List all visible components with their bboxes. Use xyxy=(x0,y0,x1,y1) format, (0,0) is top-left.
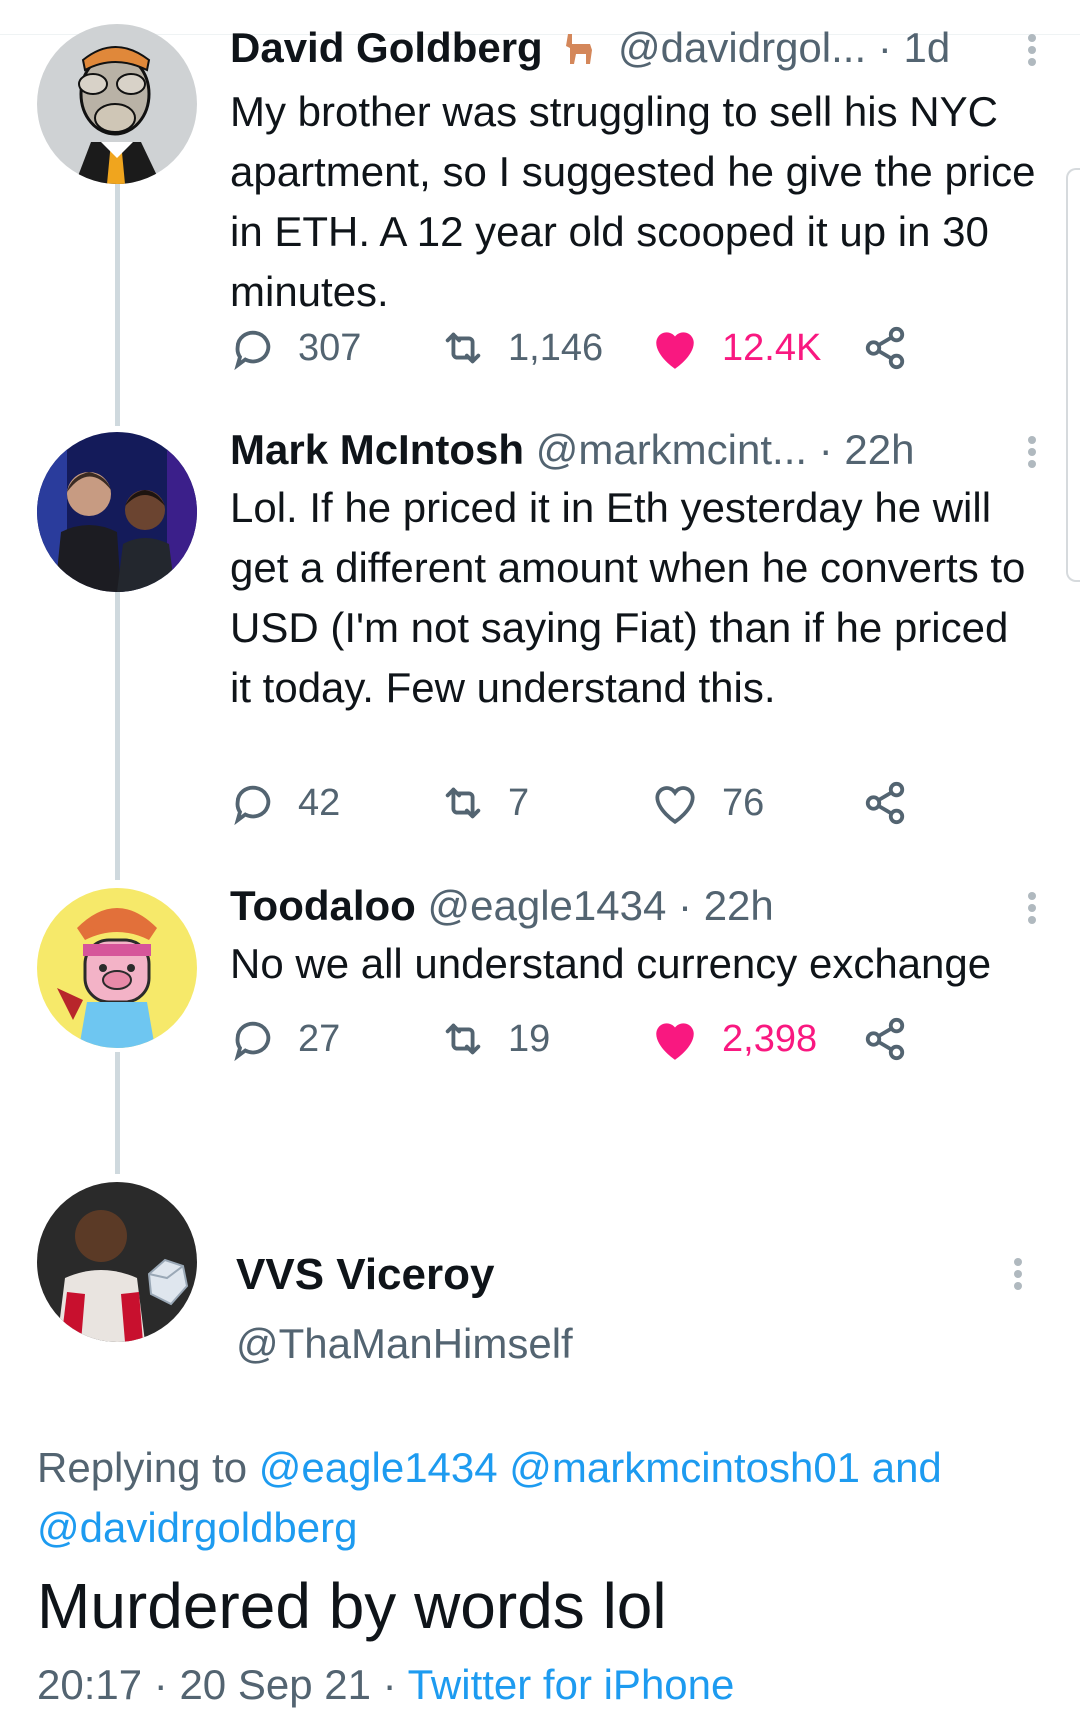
reply-count: 27 xyxy=(298,1017,341,1060)
share-icon xyxy=(862,325,908,371)
separator-dot: · xyxy=(153,1661,168,1708)
scrollbar[interactable] xyxy=(1066,168,1080,582)
tweet-meta: 20:17 · 20 Sep 21 · Twitter for iPhone xyxy=(37,1658,734,1712)
retweet-button[interactable]: 19 xyxy=(440,1014,550,1064)
retweet-icon xyxy=(440,1016,486,1062)
tweet-time[interactable]: 20:17 xyxy=(37,1661,142,1708)
separator-dot: · xyxy=(678,882,693,929)
retweet-icon xyxy=(440,325,486,371)
like-button[interactable]: 2,398 xyxy=(650,1014,817,1064)
replying-last-link[interactable]: @davidrgoldberg xyxy=(37,1504,358,1551)
reply-count: 42 xyxy=(298,781,341,824)
author-handle[interactable]: @markmcint... xyxy=(536,426,807,473)
tweet-time[interactable]: 1d xyxy=(903,24,950,71)
share-icon xyxy=(862,1016,908,1062)
reply-button[interactable]: 307 xyxy=(230,323,361,373)
focus-tweet-text: Murdered by words lol xyxy=(37,1570,667,1642)
reply-count: 307 xyxy=(298,326,362,369)
tweet-date[interactable]: 20 Sep 21 xyxy=(179,1661,371,1708)
retweet-count: 1,146 xyxy=(508,326,604,369)
share-icon xyxy=(862,780,908,826)
tweet-time[interactable]: 22h xyxy=(704,882,774,929)
like-button[interactable]: 12.4K xyxy=(650,323,821,373)
tweet-text: My brother was struggling to sell his NY… xyxy=(230,88,1036,315)
tweet-source-link[interactable]: Twitter for iPhone xyxy=(408,1661,735,1708)
heart-icon xyxy=(650,1016,700,1062)
retweet-count: 19 xyxy=(508,1017,551,1060)
more-icon[interactable] xyxy=(1024,432,1040,472)
alpaca-icon xyxy=(560,28,600,80)
replying-to: Replying to @eagle1434 @markmcintosh01 a… xyxy=(37,1438,1047,1558)
like-count: 12.4K xyxy=(722,326,822,369)
like-count: 76 xyxy=(722,781,765,824)
avatar-vvs-viceroy[interactable] xyxy=(37,1182,197,1342)
author-name[interactable]: Mark McIntosh xyxy=(230,426,524,473)
tweet-header: Mark McIntosh @markmcint... · 22h xyxy=(230,424,1040,476)
reply-icon xyxy=(230,325,276,371)
heart-icon xyxy=(650,325,700,371)
more-icon[interactable] xyxy=(1024,30,1040,70)
replying-prefix: Replying to xyxy=(37,1444,248,1491)
reply-button[interactable]: 42 xyxy=(230,778,340,828)
share-button[interactable] xyxy=(862,1014,908,1064)
author-handle[interactable]: @eagle1434 xyxy=(428,882,667,929)
avatar-toodaloo[interactable] xyxy=(37,888,197,1048)
tweet-actions: 27 19 2,398 xyxy=(230,1014,930,1064)
separator-dot: · xyxy=(818,426,833,473)
separator-dot: · xyxy=(382,1661,397,1708)
share-button[interactable] xyxy=(862,323,908,373)
like-count: 2,398 xyxy=(722,1017,818,1060)
author-name[interactable]: David Goldberg xyxy=(230,24,543,71)
retweet-icon xyxy=(440,780,486,826)
author-handle[interactable]: @davidrgol... xyxy=(618,24,866,71)
reply-button[interactable]: 27 xyxy=(230,1014,340,1064)
tweet-actions: 42 7 76 xyxy=(230,778,930,828)
like-button[interactable]: 76 xyxy=(650,778,764,828)
share-button[interactable] xyxy=(862,778,908,828)
thread-line xyxy=(115,1052,120,1174)
more-icon[interactable] xyxy=(1024,888,1040,928)
heart-icon xyxy=(650,780,700,826)
avatar-david-goldberg[interactable] xyxy=(37,24,197,184)
author-name[interactable]: Toodaloo xyxy=(230,882,416,929)
thread-line xyxy=(115,592,120,880)
retweet-count: 7 xyxy=(508,781,530,824)
thread-line xyxy=(115,178,120,426)
tweet-header: David Goldberg @davidrgol... · 1d xyxy=(230,22,1040,80)
focus-author-name[interactable]: VVS Viceroy xyxy=(236,1250,494,1300)
replying-and-link[interactable]: and xyxy=(872,1444,942,1491)
tweet-text: No we all understand currency exchange xyxy=(230,940,992,987)
reply-icon xyxy=(230,1016,276,1062)
tweet-header: Toodaloo @eagle1434 · 22h xyxy=(230,880,1040,932)
tweet-2[interactable]: Mark McIntosh @markmcint... · 22h Lol. I… xyxy=(230,424,1040,718)
avatar-mark-mcintosh[interactable] xyxy=(37,432,197,592)
focus-author-handle[interactable]: @ThaManHimself xyxy=(236,1320,573,1368)
tweet-actions: 307 1,146 12.4K xyxy=(230,323,930,373)
reply-icon xyxy=(230,780,276,826)
tweet-text: Lol. If he priced it in Eth yesterday he… xyxy=(230,484,1026,711)
tweet-1[interactable]: David Goldberg @davidrgol... · 1d My bro… xyxy=(230,22,1040,322)
replying-handles-link[interactable]: @eagle1434 @markmcintosh01 xyxy=(259,1444,860,1491)
retweet-button[interactable]: 1,146 xyxy=(440,323,603,373)
more-icon[interactable] xyxy=(1010,1254,1026,1294)
tweet-3[interactable]: Toodaloo @eagle1434 · 22h No we all unde… xyxy=(230,880,1040,994)
retweet-button[interactable]: 7 xyxy=(440,778,529,828)
separator-dot: · xyxy=(877,24,892,71)
tweet-time[interactable]: 22h xyxy=(844,426,914,473)
